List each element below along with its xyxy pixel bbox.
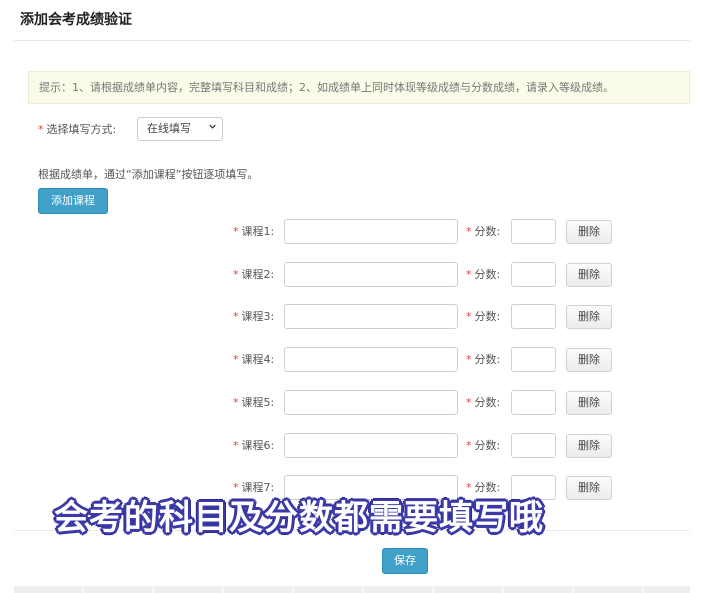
add-course-button[interactable]: 添加课程 [38,188,108,214]
score-input[interactable] [511,433,556,458]
course-name-input[interactable] [284,304,458,329]
hint-banner: 提示：1、请根据成绩单内容，完整填写科目和成绩；2、如成绩单上同时体现等级成绩与… [28,71,690,104]
course-label: * 课程3: [233,308,274,324]
course-label: * 课程4: [233,351,274,367]
score-input[interactable] [511,262,556,287]
chevron-down-icon [209,124,216,129]
score-label: * 分数: [466,351,500,367]
required-mark: * [466,268,472,281]
score-label-text: 分数: [474,439,501,452]
course-name-input[interactable] [284,262,458,287]
video-caption-overlay: 会考的科目及分数都需要填写哦 [54,498,544,538]
fill-method-label: * 选择填写方式: [38,121,116,137]
score-input[interactable] [511,304,556,329]
score-input[interactable] [511,347,556,372]
course-row: * 课程6: * 分数: 删除 [0,433,705,459]
course-name-input[interactable] [284,433,458,458]
required-mark: * [466,310,472,323]
required-mark: * [233,353,239,366]
score-label: * 分数: [466,394,500,410]
delete-course-button[interactable]: 删除 [566,391,612,415]
score-label: * 分数: [466,308,500,324]
page-title: 添加会考成绩验证 [20,12,132,28]
score-label-text: 分数: [474,310,501,323]
required-mark: * [233,439,239,452]
delete-course-button[interactable]: 删除 [566,348,612,372]
save-button[interactable]: 保存 [382,548,428,574]
score-label-text: 分数: [474,225,501,238]
score-input[interactable] [511,390,556,415]
instruction-text: 根据成绩单，通过“添加课程”按钮逐项填写。 [38,168,259,181]
course-label: * 课程6: [233,437,274,453]
fill-method-value: 在线填写 [147,122,191,135]
score-label-text: 分数: [474,396,501,409]
title-divider [14,40,690,41]
course-row: * 课程3: * 分数: 删除 [0,304,705,330]
required-mark: * [466,396,472,409]
delete-course-button[interactable]: 删除 [566,220,612,244]
required-mark: * [233,268,239,281]
required-mark: * [466,353,472,366]
score-label-text: 分数: [474,268,501,281]
score-label: * 分数: [466,437,500,453]
course-label-text: 课程3: [241,310,275,323]
course-row: * 课程2: * 分数: 删除 [0,262,705,288]
score-label-text: 分数: [474,353,501,366]
course-label-text: 课程4: [241,353,275,366]
delete-course-button[interactable]: 删除 [566,305,612,329]
course-label: * 课程1: [233,223,274,239]
required-mark: * [233,310,239,323]
required-mark: * [38,123,44,136]
course-name-input[interactable] [284,347,458,372]
delete-course-button[interactable]: 删除 [566,434,612,458]
delete-course-button[interactable]: 删除 [566,263,612,287]
bottom-strip [14,586,690,593]
course-row: * 课程1: * 分数: 删除 [0,219,705,245]
course-row: * 课程5: * 分数: 删除 [0,390,705,416]
score-label: * 分数: [466,223,500,239]
course-name-input[interactable] [284,219,458,244]
fill-method-label-text: 选择填写方式: [46,123,117,136]
fill-method-select[interactable]: 在线填写 [137,117,223,141]
course-label-text: 课程6: [241,439,275,452]
course-name-input[interactable] [284,390,458,415]
required-mark: * [466,225,472,238]
score-label: * 分数: [466,266,500,282]
required-mark: * [233,225,239,238]
course-label: * 课程2: [233,266,274,282]
score-input[interactable] [511,219,556,244]
course-label-text: 课程2: [241,268,275,281]
course-label: * 课程5: [233,394,274,410]
required-mark: * [233,396,239,409]
course-label-text: 课程5: [241,396,275,409]
course-row: * 课程4: * 分数: 删除 [0,347,705,373]
course-label-text: 课程1: [241,225,275,238]
required-mark: * [466,439,472,452]
